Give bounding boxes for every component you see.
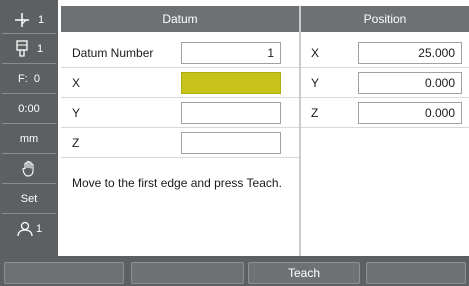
stopwatch-status[interactable]: 0:00 bbox=[2, 94, 56, 124]
softkey-1[interactable] bbox=[4, 262, 124, 284]
units-value: mm bbox=[19, 132, 39, 145]
datum-x-field[interactable] bbox=[181, 72, 281, 94]
datum-number-label: Datum Number bbox=[72, 46, 154, 60]
datum-number-row: Datum Number 1 bbox=[61, 38, 299, 68]
status-bar: 1 1 F: 0 0:00 mm Set 1 bbox=[0, 0, 58, 256]
position-z-value: 0.000 bbox=[358, 102, 462, 124]
tool-icon bbox=[15, 39, 29, 58]
position-panel-header: Position bbox=[301, 6, 469, 32]
stopwatch-value: 0:00 bbox=[18, 102, 40, 115]
position-z-row: Z 0.000 bbox=[301, 98, 469, 128]
position-x-label: X bbox=[311, 46, 320, 60]
position-panel-title: Position bbox=[363, 12, 407, 26]
datum-panel-title: Datum bbox=[162, 12, 198, 26]
instruction-message: Move to the first edge and press Teach. bbox=[72, 176, 282, 190]
datum-number-field[interactable]: 1 bbox=[181, 42, 281, 64]
tool-value: 1 bbox=[36, 42, 44, 55]
position-panel: X 25.000 Y 0.000 Z 0.000 bbox=[301, 34, 469, 256]
datum-z-row: Z bbox=[61, 128, 299, 158]
axis-mode-status[interactable]: 1 bbox=[2, 6, 56, 34]
softkey-4[interactable] bbox=[366, 262, 466, 284]
position-x-value: 25.000 bbox=[358, 42, 462, 64]
feed-rate-status[interactable]: F: 0 bbox=[2, 64, 56, 94]
tool-status[interactable]: 1 bbox=[2, 34, 56, 64]
feed-rate-value: F: 0 bbox=[17, 72, 40, 85]
position-z-label: Z bbox=[311, 106, 319, 120]
axis-mode-value: 1 bbox=[37, 13, 45, 26]
teach-button[interactable]: Teach bbox=[248, 262, 360, 284]
units-status[interactable]: mm bbox=[2, 124, 56, 154]
hand-icon bbox=[21, 160, 37, 178]
datum-z-label: Z bbox=[72, 136, 80, 150]
datum-z-field[interactable] bbox=[181, 132, 281, 154]
operator-value: 1 bbox=[35, 223, 43, 235]
datum-x-label: X bbox=[72, 76, 81, 90]
datum-panel-header: Datum bbox=[61, 6, 299, 32]
datum-panel: Datum Number 1 X Y Z bbox=[61, 34, 299, 256]
enable-label: Set bbox=[20, 192, 38, 205]
operator-status[interactable]: 1 bbox=[2, 214, 56, 244]
softkey-2[interactable] bbox=[131, 262, 244, 284]
position-x-row: X 25.000 bbox=[301, 38, 469, 68]
enable-status[interactable]: Set bbox=[2, 184, 56, 214]
axis-origin-icon bbox=[14, 12, 30, 28]
datum-y-label: Y bbox=[72, 106, 81, 120]
position-y-label: Y bbox=[311, 76, 320, 90]
datum-y-row: Y bbox=[61, 98, 299, 128]
user-icon bbox=[16, 221, 34, 237]
datum-y-field[interactable] bbox=[181, 102, 281, 124]
position-y-value: 0.000 bbox=[358, 72, 462, 94]
position-y-row: Y 0.000 bbox=[301, 68, 469, 98]
touch-scaling-status[interactable] bbox=[2, 154, 56, 184]
datum-x-row: X bbox=[61, 68, 299, 98]
